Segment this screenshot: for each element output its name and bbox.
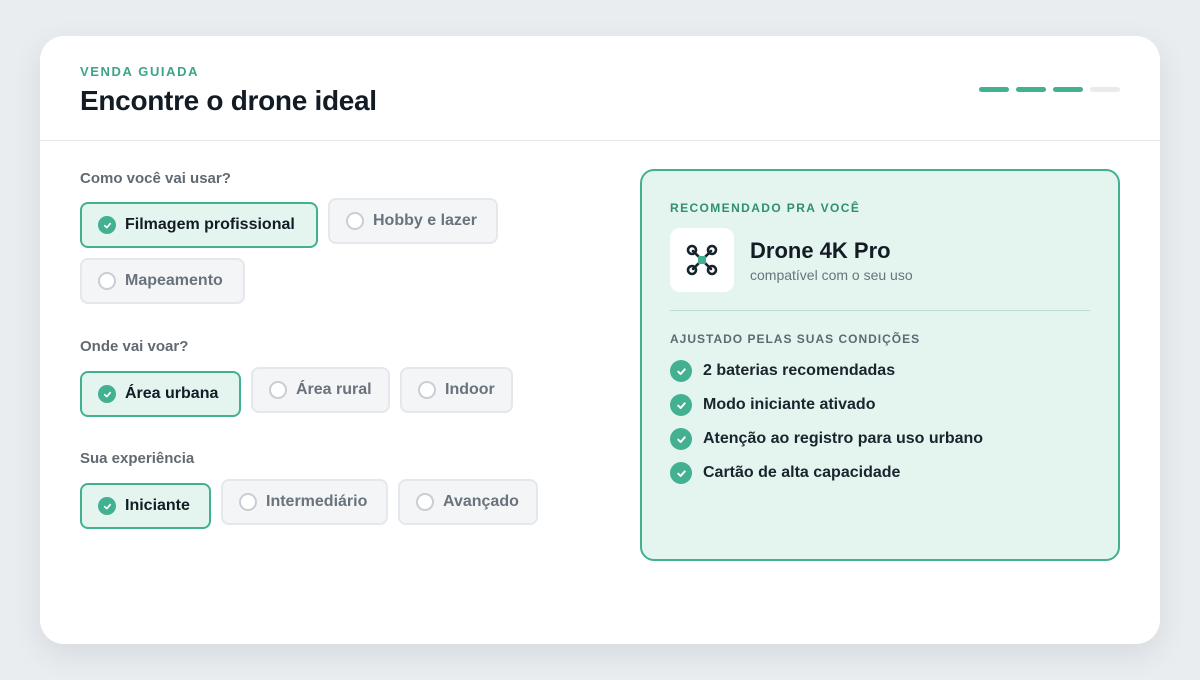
check-icon bbox=[98, 385, 116, 403]
step-progress bbox=[979, 87, 1120, 92]
drone-icon bbox=[670, 228, 734, 292]
option-label: Filmagem profissional bbox=[125, 216, 295, 233]
question-experience-label: Sua experiência bbox=[80, 450, 195, 467]
adjustment-item: Atenção ao registro para uso urbano bbox=[670, 428, 983, 450]
progress-step-2 bbox=[1016, 87, 1046, 92]
adjustment-item: Cartão de alta capacidade bbox=[670, 462, 983, 484]
adjustment-item: Modo iniciante ativado bbox=[670, 394, 983, 416]
option-label: Área rural bbox=[296, 381, 372, 398]
drone-icon-svg bbox=[686, 244, 718, 276]
guided-sale-card: VENDA GUIADA Encontre o drone ideal Como… bbox=[40, 36, 1160, 644]
adjustment-label: 2 baterias recomendadas bbox=[703, 362, 896, 379]
recommendation-panel: RECOMENDADO PRA VOCÊ Drone 4K Pro compat… bbox=[640, 169, 1120, 561]
radio-icon bbox=[416, 493, 434, 511]
option-label: Iniciante bbox=[125, 497, 190, 514]
option-area-urbana[interactable]: Área urbana bbox=[80, 371, 241, 417]
question-usage-label: Como você vai usar? bbox=[80, 170, 231, 187]
option-label: Avançado bbox=[443, 493, 519, 510]
option-intermediario[interactable]: Intermediário bbox=[221, 479, 388, 525]
radio-icon bbox=[239, 493, 257, 511]
check-icon bbox=[98, 497, 116, 515]
adjustment-label: Cartão de alta capacidade bbox=[703, 464, 901, 481]
option-label: Hobby e lazer bbox=[373, 212, 478, 229]
check-icon bbox=[670, 360, 692, 382]
radio-icon bbox=[346, 212, 364, 230]
option-area-rural[interactable]: Área rural bbox=[251, 367, 390, 413]
option-label: Intermediário bbox=[266, 493, 368, 510]
option-mapeamento[interactable]: Mapeamento bbox=[80, 258, 245, 304]
radio-icon bbox=[98, 272, 116, 290]
option-filmagem-profissional[interactable]: Filmagem profissional bbox=[80, 202, 318, 248]
check-icon bbox=[98, 216, 116, 234]
progress-step-1 bbox=[979, 87, 1009, 92]
card-header: VENDA GUIADA Encontre o drone ideal bbox=[40, 36, 1160, 141]
question-location-label: Onde vai voar? bbox=[80, 338, 189, 355]
radio-icon bbox=[269, 381, 287, 399]
option-avancado[interactable]: Avançado bbox=[398, 479, 538, 525]
progress-step-3 bbox=[1053, 87, 1083, 92]
option-label: Área urbana bbox=[125, 385, 219, 402]
product-name: Drone 4K Pro bbox=[750, 238, 891, 263]
option-indoor[interactable]: Indoor bbox=[400, 367, 513, 413]
adjustment-label: Atenção ao registro para uso urbano bbox=[703, 430, 984, 447]
progress-step-4 bbox=[1090, 87, 1120, 92]
option-hobby-e-lazer[interactable]: Hobby e lazer bbox=[328, 198, 498, 244]
adjustments-list: 2 baterias recomendadas Modo iniciante a… bbox=[670, 360, 983, 496]
adjustments-title: AJUSTADO PELAS SUAS CONDIÇÕES bbox=[670, 332, 921, 346]
check-icon bbox=[670, 394, 692, 416]
recommendation-eyebrow: RECOMENDADO PRA VOCÊ bbox=[670, 201, 861, 215]
divider bbox=[670, 310, 1090, 311]
adjustment-item: 2 baterias recomendadas bbox=[670, 360, 983, 382]
option-label: Indoor bbox=[445, 381, 495, 398]
page-title: Encontre o drone ideal bbox=[80, 85, 377, 116]
radio-icon bbox=[418, 381, 436, 399]
check-icon bbox=[670, 428, 692, 450]
option-iniciante[interactable]: Iniciante bbox=[80, 483, 211, 529]
option-label: Mapeamento bbox=[125, 272, 223, 289]
product-subtitle: compatível com o seu uso bbox=[750, 267, 913, 283]
adjustment-label: Modo iniciante ativado bbox=[703, 396, 876, 413]
eyebrow-label: VENDA GUIADA bbox=[80, 64, 200, 79]
check-icon bbox=[670, 462, 692, 484]
